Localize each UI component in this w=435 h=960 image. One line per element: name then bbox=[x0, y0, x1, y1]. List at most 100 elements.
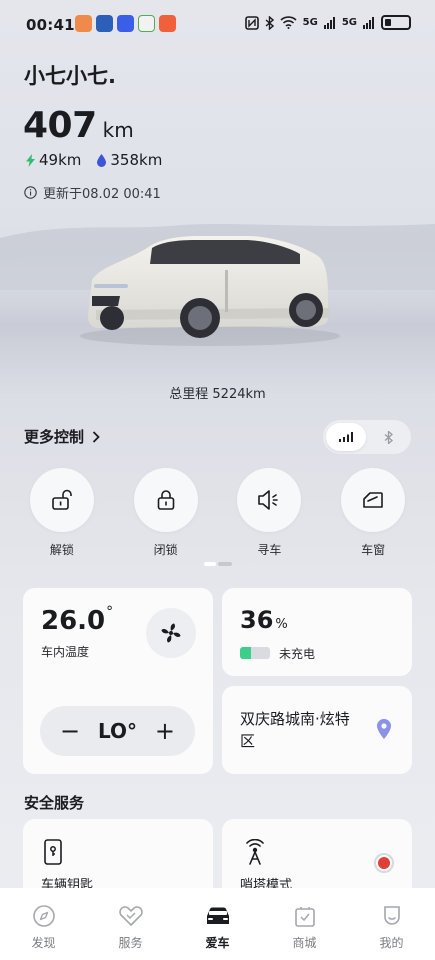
signal-icon bbox=[363, 16, 374, 29]
fan-button[interactable] bbox=[146, 608, 196, 658]
chevron-right-icon bbox=[92, 430, 100, 443]
more-controls-label: 更多控制 bbox=[24, 428, 85, 446]
ac-setting-value: LO° bbox=[97, 719, 138, 743]
range-value: 407 bbox=[23, 105, 97, 146]
app-notification-icon bbox=[138, 15, 155, 32]
info-icon bbox=[24, 186, 37, 199]
page-dot bbox=[218, 562, 232, 566]
location-pin-icon bbox=[377, 719, 391, 739]
fuel-range: 358km bbox=[97, 151, 162, 169]
cabin-temperature-value: 26.0 bbox=[41, 606, 106, 636]
ac-increase-button[interactable]: + bbox=[155, 719, 175, 743]
tab-my-car[interactable]: 爱车 bbox=[183, 904, 253, 951]
battery-status-icon bbox=[381, 15, 411, 30]
safety-services-title: 安全服务 bbox=[24, 794, 85, 812]
app-notification-icon bbox=[159, 15, 176, 32]
fuel-drop-icon bbox=[97, 153, 107, 167]
window-circle[interactable] bbox=[341, 468, 406, 532]
tab-service-label: 服务 bbox=[118, 936, 143, 950]
app-notification-icon bbox=[117, 15, 134, 32]
cabin-temperature: 26.0° bbox=[41, 604, 114, 636]
lock-label: 闭锁 bbox=[153, 543, 178, 557]
tab-my-car-label: 爱车 bbox=[205, 936, 230, 950]
unlock-button[interactable]: 解锁 bbox=[22, 468, 102, 558]
lock-circle[interactable] bbox=[133, 468, 198, 532]
range-unit: km bbox=[102, 118, 134, 142]
tab-profile[interactable]: 我的 bbox=[357, 904, 427, 951]
unlock-icon bbox=[52, 489, 72, 510]
nfc-icon bbox=[244, 15, 259, 30]
battery-level-fill bbox=[240, 647, 251, 659]
horn-icon bbox=[258, 490, 279, 510]
find-car-circle[interactable] bbox=[237, 468, 302, 532]
signal-5g-label: 5G bbox=[302, 17, 318, 28]
lightning-icon bbox=[26, 153, 35, 167]
bluetooth-status-icon bbox=[265, 15, 274, 30]
app-notification-icon bbox=[96, 15, 113, 32]
ac-decrease-button[interactable]: − bbox=[60, 719, 80, 743]
lock-button[interactable]: 闭锁 bbox=[126, 468, 206, 558]
battery-card[interactable]: 36% 未充电 bbox=[222, 588, 412, 676]
window-icon bbox=[363, 492, 383, 508]
sentry-tower-icon bbox=[246, 839, 264, 865]
total-range: 407 km bbox=[23, 105, 134, 146]
tab-profile-label: 我的 bbox=[379, 936, 404, 950]
electric-range: 49km bbox=[26, 151, 81, 169]
bottom-tab-bar: 发现 服务 爱车 商城 我的 bbox=[0, 888, 435, 960]
service-heart-icon bbox=[118, 906, 143, 926]
find-car-label: 寻车 bbox=[257, 543, 282, 557]
ac-temperature-control: − LO° + bbox=[40, 706, 195, 756]
lock-icon bbox=[157, 490, 174, 510]
signal-5g-label: 5G bbox=[341, 17, 357, 28]
more-controls-link[interactable]: 更多控制 bbox=[24, 426, 100, 447]
tab-discover-label: 发现 bbox=[31, 936, 56, 950]
degree-symbol: ° bbox=[106, 604, 114, 620]
car-image[interactable] bbox=[0, 200, 435, 400]
phone-key-icon bbox=[44, 839, 62, 865]
vehicle-location: 双庆路城南·炫特区 bbox=[240, 710, 350, 750]
bluetooth-mode-option[interactable] bbox=[368, 423, 408, 451]
notification-icons bbox=[75, 15, 176, 32]
page-dot-active bbox=[204, 562, 216, 566]
battery-level-bar bbox=[240, 647, 270, 659]
shop-bag-icon bbox=[294, 907, 315, 927]
page-indicator bbox=[204, 562, 232, 566]
battery-percent: 36% bbox=[240, 606, 288, 634]
signal-icon bbox=[323, 16, 335, 29]
tab-discover[interactable]: 发现 bbox=[9, 904, 79, 951]
connection-toggle[interactable] bbox=[323, 420, 411, 454]
window-label: 车窗 bbox=[361, 543, 386, 557]
charging-status: 未充电 bbox=[279, 647, 316, 661]
location-card[interactable]: 双庆路城南·炫特区 bbox=[222, 686, 412, 774]
tab-shop[interactable]: 商城 bbox=[270, 904, 340, 951]
quick-controls: 解锁 闭锁 寻车 车窗 bbox=[0, 468, 435, 558]
app-notification-icon bbox=[75, 15, 92, 32]
fan-icon bbox=[161, 623, 181, 643]
odometer: 总里程 5224km bbox=[169, 387, 266, 402]
profile-icon bbox=[383, 906, 400, 925]
status-time: 00:41 bbox=[26, 16, 75, 34]
cellular-mode-option[interactable] bbox=[326, 423, 366, 451]
cabin-temperature-label: 车内温度 bbox=[41, 645, 90, 659]
bluetooth-icon bbox=[384, 430, 393, 444]
battery-percent-value: 36 bbox=[240, 606, 274, 634]
fuel-range-value: 358km bbox=[110, 151, 163, 169]
status-bar: 00:41 5G 5G bbox=[0, 0, 435, 50]
window-button[interactable]: 车窗 bbox=[333, 468, 413, 558]
car-icon bbox=[206, 907, 229, 924]
tab-service[interactable]: 服务 bbox=[96, 904, 166, 951]
find-car-button[interactable]: 寻车 bbox=[229, 468, 309, 558]
wifi-icon bbox=[280, 16, 297, 29]
electric-range-value: 49km bbox=[39, 151, 82, 169]
unlock-circle[interactable] bbox=[29, 468, 94, 532]
battery-percent-unit: % bbox=[275, 617, 288, 632]
tab-shop-label: 商城 bbox=[292, 936, 317, 950]
climate-card[interactable]: 26.0° 车内温度 − LO° + bbox=[23, 588, 213, 774]
sentry-record-toggle[interactable] bbox=[374, 853, 394, 873]
sub-ranges: 49km 358km bbox=[26, 151, 162, 169]
compass-icon bbox=[32, 905, 55, 927]
cellular-signal-icon bbox=[339, 432, 353, 442]
car-name[interactable]: 小七小七. bbox=[24, 60, 116, 90]
unlock-label: 解锁 bbox=[49, 543, 74, 557]
record-dot-icon bbox=[378, 857, 390, 869]
